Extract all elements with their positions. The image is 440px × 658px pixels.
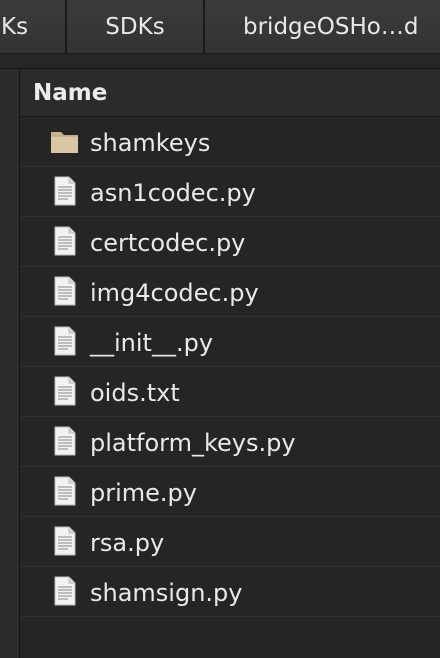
list-item[interactable]: oids.txt <box>20 367 440 417</box>
list-item[interactable]: __init__.py <box>20 317 440 367</box>
text-file-icon <box>54 426 76 456</box>
list-item-label: oids.txt <box>90 379 180 407</box>
file-list: Name shamkeys asn1codec.py certcodec.py … <box>20 69 440 658</box>
path-bar: Ks SDKs bridgeOSHo…d <box>0 0 440 54</box>
list-item-label: certcodec.py <box>90 229 246 257</box>
sidebar-edge <box>0 69 20 658</box>
list-item[interactable]: certcodec.py <box>20 217 440 267</box>
path-crumb-current[interactable]: bridgeOSHo…d <box>204 0 440 54</box>
list-item-label: shamkeys <box>90 129 211 157</box>
list-item[interactable]: shamkeys <box>20 117 440 167</box>
text-file-icon <box>54 376 76 406</box>
list-item[interactable]: shamsign.py <box>20 567 440 617</box>
column-header-name[interactable]: Name <box>20 69 440 117</box>
list-item-label: asn1codec.py <box>90 179 256 207</box>
list-item-label: prime.py <box>90 479 197 507</box>
list-item[interactable]: asn1codec.py <box>20 167 440 217</box>
list-item[interactable]: rsa.py <box>20 517 440 567</box>
list-item[interactable]: img4codec.py <box>20 267 440 317</box>
text-file-icon <box>54 526 76 556</box>
list-item-label: shamsign.py <box>90 579 243 607</box>
path-crumb-sdks[interactable]: SDKs <box>66 0 204 54</box>
list-item-label: platform_keys.py <box>90 429 296 457</box>
list-item[interactable]: prime.py <box>20 467 440 517</box>
file-list-rows: shamkeys asn1codec.py certcodec.py img4c… <box>20 117 440 617</box>
file-manager-window: Ks SDKs bridgeOSHo…d Name shamkeys asn1c… <box>0 0 440 658</box>
list-item-label: __init__.py <box>90 329 214 357</box>
text-file-icon <box>54 226 76 256</box>
text-file-icon <box>54 176 76 206</box>
list-item-label: rsa.py <box>90 529 165 557</box>
text-file-icon <box>54 476 76 506</box>
path-crumb-1[interactable]: Ks <box>0 0 66 54</box>
toolbar-gap <box>0 54 440 69</box>
list-item-label: img4codec.py <box>90 279 259 307</box>
text-file-icon <box>54 326 76 356</box>
text-file-icon <box>54 576 76 606</box>
folder-icon <box>51 132 78 153</box>
list-item[interactable]: platform_keys.py <box>20 417 440 467</box>
text-file-icon <box>54 276 76 306</box>
